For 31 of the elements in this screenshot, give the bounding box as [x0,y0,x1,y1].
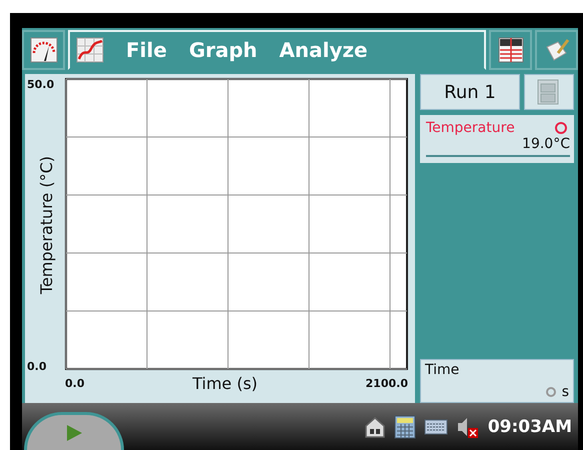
meter-tab[interactable] [22,30,65,70]
menu-item[interactable]: Graph [188,38,258,62]
dot-icon [546,387,556,397]
table-tab[interactable] [489,30,532,70]
column-name: Time [425,362,460,378]
gauge-icon [30,37,58,63]
column-unit: s [562,384,569,400]
clock: 09:03AM [488,416,572,436]
y-max-label: 50.0 [27,78,54,91]
calculator-icon[interactable] [394,414,416,438]
x-min-label: 0.0 [65,377,84,390]
run-button[interactable]: Run 1 [420,74,520,110]
keyboard-icon[interactable] [424,418,448,436]
time-column-card[interactable]: Time s [420,359,574,403]
start-collection-button[interactable] [24,412,124,450]
paper-pencil-icon [544,37,570,63]
menu-item[interactable]: Analyze [279,38,368,62]
home-icon[interactable] [364,414,386,438]
x-axis-label: Time (s) [192,374,258,393]
play-icon [64,422,84,442]
y-axis-label: Temperature (°C) [36,156,56,295]
sensor-name: Temperature [426,120,515,136]
table-icon [498,37,524,63]
graph-icon [76,37,104,63]
menu-item[interactable]: File [126,38,167,62]
sensor-reading: 19.0°C [426,136,570,157]
sensor-card[interactable]: Temperature 19.0°C [420,115,574,163]
graph-tab[interactable]: File Graph Analyze [68,30,486,70]
y-min-label: 0.0 [27,360,46,373]
x-max-label: 2100.0 [366,377,408,390]
graph-plot-area[interactable] [65,78,408,370]
